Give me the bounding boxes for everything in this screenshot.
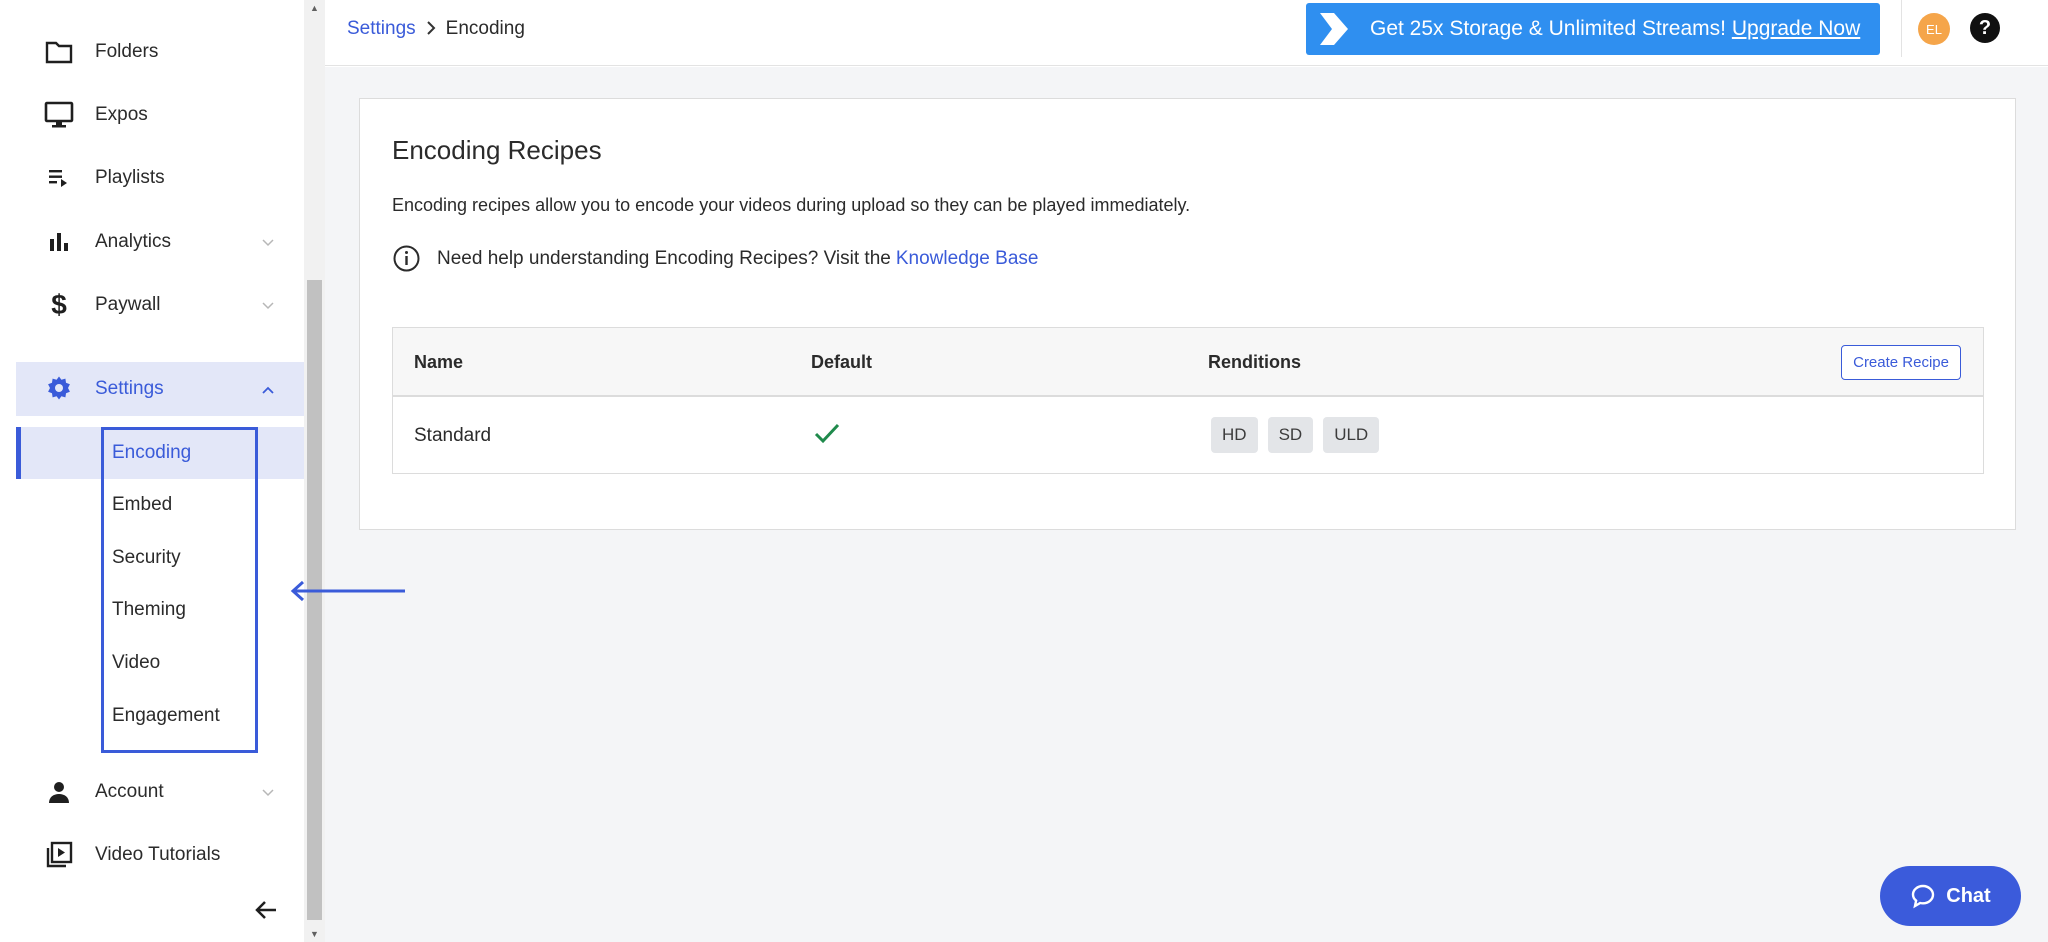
scroll-down-icon[interactable]: ▼ (304, 926, 325, 942)
settings-sub-label: Engagement (112, 705, 220, 726)
settings-sub-label: Encoding (112, 442, 192, 463)
settings-sub-engagement[interactable]: Engagement (16, 690, 304, 742)
knowledge-base-link[interactable]: Knowledge Base (896, 248, 1039, 270)
help-icon[interactable]: ? (1970, 13, 2000, 43)
topbar-divider (1901, 0, 1902, 57)
chat-label: Chat (1946, 884, 1991, 907)
sidebar-item-label: Folders (95, 41, 159, 62)
monitor-icon (42, 98, 76, 132)
renditions-cell: HD SD ULD (1211, 417, 1380, 453)
sidebar-item-video-tutorials[interactable]: Video Tutorials (16, 826, 304, 884)
upgrade-now-link[interactable]: Upgrade Now (1732, 17, 1860, 40)
rendition-badge: SD (1267, 417, 1314, 453)
recipe-name-cell: Standard (414, 425, 492, 446)
folder-icon (42, 35, 76, 69)
chat-bubble-icon (1912, 884, 1935, 909)
sidebar-scrollbar[interactable]: ▲ ▼ (304, 0, 325, 942)
settings-sub-embed[interactable]: Embed (16, 479, 304, 531)
page-description: Encoding recipes allow you to encode you… (392, 195, 1191, 215)
breadcrumb-settings-link[interactable]: Settings (347, 18, 416, 40)
settings-sub-video[interactable]: Video (16, 637, 304, 689)
chat-button[interactable]: Chat (1880, 866, 2021, 926)
collapse-sidebar-button[interactable] (250, 894, 282, 926)
column-header-name: Name (414, 352, 464, 372)
settings-sub-encoding[interactable]: Encoding (16, 427, 304, 479)
sidebar-item-label: Paywall (95, 294, 161, 315)
settings-sub-label: Embed (112, 494, 173, 515)
table-header: Name Default Renditions Create Recipe (393, 328, 1983, 397)
gear-icon (42, 372, 76, 406)
recipes-table: Name Default Renditions Create Recipe St… (392, 327, 1984, 474)
chevron-down-icon (262, 297, 274, 313)
sidebar-item-paywall[interactable]: $ Paywall (16, 276, 304, 334)
column-header-renditions: Renditions (1208, 352, 1301, 372)
info-icon (393, 245, 420, 272)
bar-chart-icon (42, 225, 76, 259)
arrow-left-icon (255, 901, 276, 919)
rendition-badge: HD (1211, 417, 1258, 453)
sidebar-item-playlists[interactable]: Playlists (16, 149, 304, 207)
settings-sub-theming[interactable]: Theming (16, 584, 304, 636)
sidebar-item-folders[interactable]: Folders (16, 23, 304, 81)
video-library-icon (42, 838, 76, 872)
playlist-icon (42, 161, 76, 195)
settings-sub-label: Security (112, 547, 181, 568)
page-title: Encoding Recipes (392, 135, 602, 165)
settings-sub-label: Theming (112, 599, 186, 620)
sidebar-item-label: Account (95, 781, 164, 802)
sidebar-item-account[interactable]: Account (16, 763, 304, 821)
chevron-down-icon (262, 234, 274, 250)
breadcrumb: Settings Encoding (347, 18, 525, 40)
chevron-down-icon (262, 784, 274, 800)
sidebar-item-settings[interactable]: Settings (16, 362, 304, 416)
rendition-badge: ULD (1323, 417, 1380, 453)
sidebar-item-label: Video Tutorials (95, 844, 221, 865)
sidebar-item-label: Analytics (95, 231, 172, 252)
check-icon (814, 423, 840, 444)
chevron-up-icon (262, 381, 274, 397)
sidebar-item-expos[interactable]: Expos (16, 86, 304, 144)
sidebar: Folders Expos Playlists Analytics $ Payw… (0, 0, 304, 942)
encoding-recipes-card: Encoding Recipes Encoding recipes allow … (359, 98, 2016, 530)
avatar[interactable]: EL (1918, 13, 1950, 45)
scroll-up-icon[interactable]: ▲ (304, 0, 325, 16)
chevron-right-icon (426, 19, 436, 40)
upgrade-promo-banner[interactable]: Get 25x Storage & Unlimited Streams! Upg… (1306, 3, 1880, 55)
settings-sub-security[interactable]: Security (16, 532, 304, 584)
person-icon (42, 775, 76, 809)
settings-sub-label: Video (112, 652, 161, 673)
sidebar-item-label: Settings (95, 378, 164, 399)
scroll-thumb[interactable] (307, 280, 322, 920)
top-bar: Settings Encoding Get 25x Storage & Unli… (325, 0, 2048, 66)
breadcrumb-current: Encoding (445, 18, 525, 39)
help-row: Need help understanding Encoding Recipes… (392, 244, 1038, 273)
main-content: Encoding Recipes Encoding recipes allow … (325, 67, 2048, 942)
promo-text: Get 25x Storage & Unlimited Streams! Upg… (1370, 17, 1861, 40)
table-row[interactable]: Standard HD SD ULD (393, 397, 1983, 473)
sidebar-item-label: Expos (95, 104, 148, 125)
dollar-icon: $ (51, 289, 67, 320)
create-recipe-button[interactable]: Create Recipe (1841, 345, 1961, 380)
sidebar-item-analytics[interactable]: Analytics (16, 213, 304, 271)
column-header-default: Default (811, 352, 873, 372)
brand-logo-icon (1320, 13, 1348, 45)
help-text: Need help understanding Encoding Recipes… (437, 247, 891, 269)
sidebar-item-label: Playlists (95, 167, 165, 188)
